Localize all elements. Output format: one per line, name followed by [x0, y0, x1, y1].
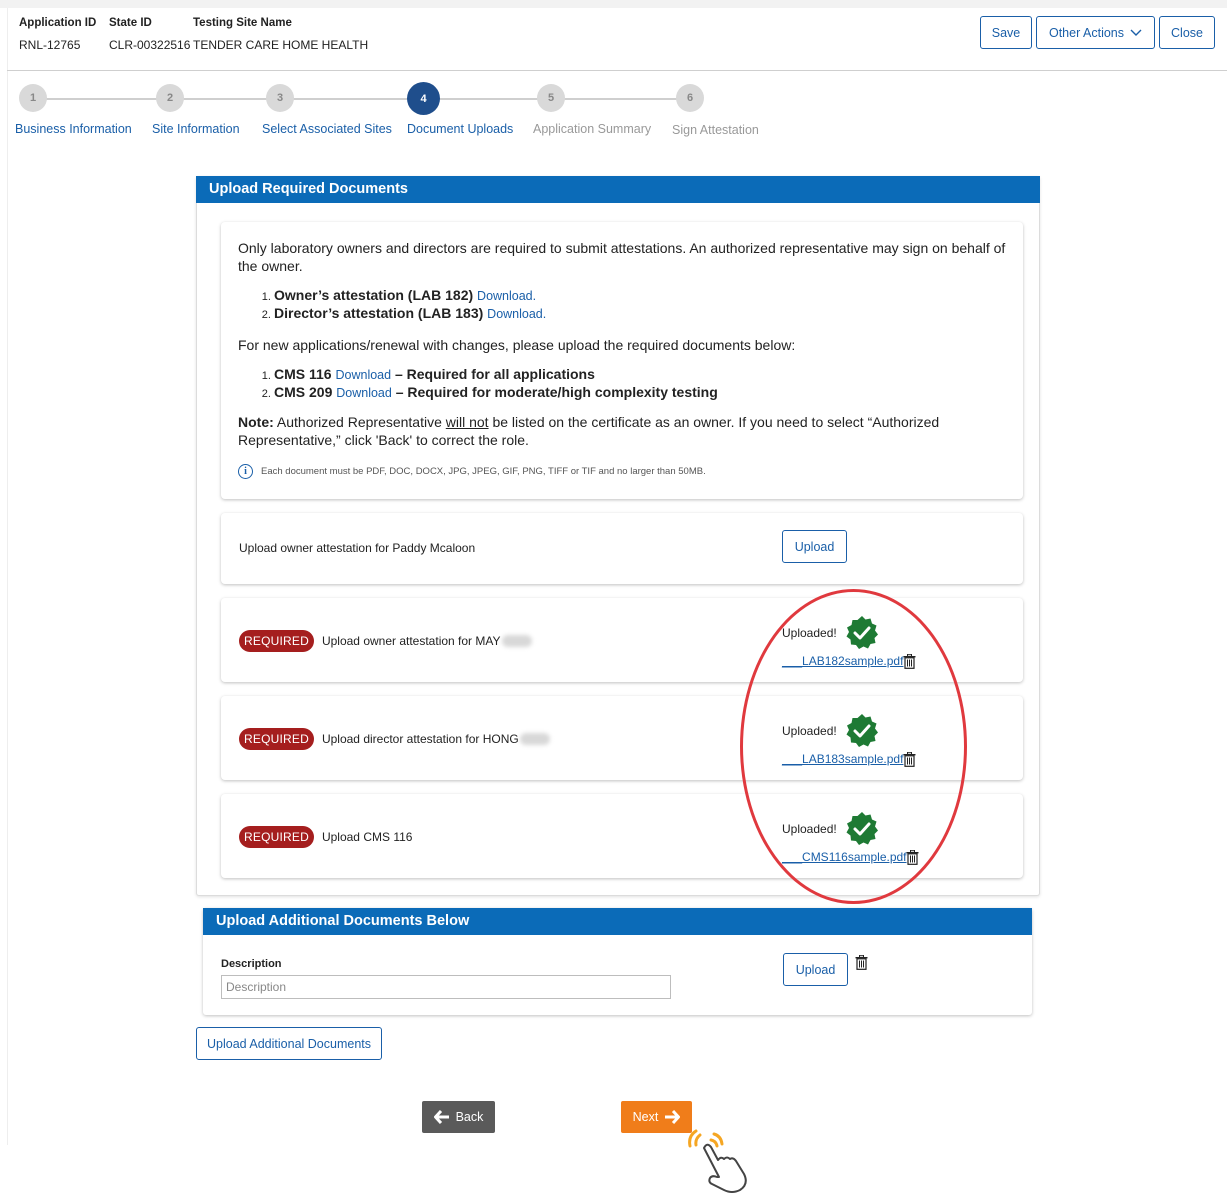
description-label: Description — [221, 958, 282, 970]
note-pre: Authorized Representative — [273, 414, 446, 430]
redacted-name — [519, 733, 550, 745]
back-label: Back — [455, 1110, 484, 1124]
lab183-download-link[interactable]: Download. — [487, 307, 546, 321]
other-actions-button[interactable]: Other Actions — [1036, 16, 1155, 49]
state-id-label: State ID — [109, 17, 152, 29]
top-band — [0, 0, 1227, 8]
additional-documents-title: Upload Additional Documents Below — [203, 908, 1032, 935]
next-label: Next — [632, 1110, 659, 1124]
upload-additional-documents-button[interactable]: Upload Additional Documents — [196, 1027, 382, 1060]
site-name-label: Testing Site Name — [193, 17, 292, 29]
attestation-item: Owner’s attestation (LAB 182) Download. — [274, 287, 1006, 305]
trash-icon[interactable] — [855, 955, 868, 970]
required-docs-list: CMS 116 Download – Required for all appl… — [238, 366, 1006, 402]
doc-name: CMS 209 — [274, 384, 333, 400]
required-documents-title: Upload Required Documents — [196, 176, 1040, 203]
info-icon: i — [238, 464, 253, 479]
hand-pointer-cursor-icon — [688, 1129, 747, 1193]
upload-additional-button[interactable]: Upload — [783, 953, 848, 986]
site-name-block: Testing Site Name TENDER CARE HOME HEALT… — [193, 17, 368, 52]
step-1-circle[interactable]: 1 — [19, 84, 47, 112]
note-text: Note: Authorized Representative will not… — [238, 413, 1006, 449]
note-label: Note: — [238, 414, 274, 430]
next-button[interactable]: Next — [621, 1101, 692, 1133]
required-badge: REQUIRED — [239, 728, 314, 750]
page-bottom-margin — [0, 1145, 1227, 1194]
attestation-item: Director’s attestation (LAB 183) Downloa… — [274, 305, 1006, 323]
other-actions-label: Other Actions — [1048, 25, 1125, 40]
cms209-download-link[interactable]: Download — [336, 386, 392, 400]
step-6-circle: 6 — [676, 84, 704, 112]
step-3-circle[interactable]: 3 — [266, 84, 294, 112]
intro-text: Only laboratory owners and directors are… — [238, 240, 1006, 274]
upload-owner-paddy-button[interactable]: Upload — [782, 530, 847, 563]
required-badge: REQUIRED — [239, 630, 314, 652]
site-name-value: TENDER CARE HOME HEALTH — [193, 38, 369, 52]
redacted-name — [501, 635, 532, 647]
application-id-block: Application ID RNL-12765 — [19, 17, 96, 52]
file-rules-note: i Each document must be PDF, DOC, DOCX, … — [238, 464, 1006, 479]
new-apps-text: For new applications/renewal with change… — [238, 337, 796, 353]
step-4-label[interactable]: Document Uploads — [407, 122, 513, 136]
instructions-card: Only laboratory owners and directors are… — [221, 222, 1023, 499]
highlight-annotation — [740, 589, 967, 904]
file-rules-text: Each document must be PDF, DOC, DOCX, JP… — [261, 466, 706, 477]
save-button[interactable]: Save — [980, 16, 1032, 49]
required-badge: REQUIRED — [239, 826, 314, 848]
attestation-list: Owner’s attestation (LAB 182) Download. … — [238, 287, 1006, 323]
note-underline: will not — [445, 414, 489, 430]
doc-note: – Required for all applications — [394, 366, 595, 382]
arrow-right-icon — [665, 1110, 681, 1124]
upload-row-text: Upload CMS 116 — [321, 830, 413, 844]
chevron-down-icon — [1130, 29, 1142, 36]
attestation-name: Owner’s attestation (LAB 182) — [274, 287, 474, 303]
doc-name: CMS 116 — [274, 366, 332, 382]
stepper-track — [33, 98, 689, 100]
upload-row-required: REQUIRED Upload director attestation for… — [239, 728, 550, 750]
lab182-download-link[interactable]: Download. — [477, 289, 536, 303]
required-doc-item: CMS 116 Download – Required for all appl… — [274, 366, 1006, 384]
state-id-value: CLR-00322516 — [109, 38, 191, 52]
required-doc-item: CMS 209 Download – Required for moderate… — [274, 384, 1006, 402]
cms116-download-link[interactable]: Download — [335, 368, 391, 382]
step-3-label[interactable]: Select Associated Sites — [262, 122, 392, 136]
step-5-label: Application Summary — [533, 122, 652, 136]
step-6-label: Sign Attestation — [672, 123, 759, 137]
close-button[interactable]: Close — [1159, 16, 1215, 49]
application-id-value: RNL-12765 — [19, 38, 81, 52]
doc-note: – Required for moderate/high complexity … — [395, 384, 718, 400]
upload-row-text: Upload director attestation for HONG — [321, 732, 519, 746]
attestation-name: Director’s attestation (LAB 183) — [274, 305, 484, 321]
upload-row-required: REQUIRED Upload CMS 116 — [239, 826, 412, 848]
header-divider — [7, 70, 1227, 71]
step-2-circle[interactable]: 2 — [156, 84, 184, 112]
application-id-label: Application ID — [19, 17, 97, 29]
state-id-block: State ID CLR-00322516 — [109, 17, 190, 52]
description-input[interactable] — [221, 975, 671, 999]
upload-row-text: Upload owner attestation for MAY — [321, 634, 501, 648]
step-4-circle[interactable]: 4 — [407, 82, 440, 115]
arrow-left-icon — [433, 1110, 449, 1124]
upload-row-required: REQUIRED Upload owner attestation for MA… — [239, 630, 532, 652]
step-2-label[interactable]: Site Information — [152, 122, 240, 136]
back-button[interactable]: Back — [422, 1101, 495, 1133]
step-1-label[interactable]: Business Information — [15, 122, 132, 136]
upload-row-text: Upload owner attestation for Paddy Mcalo… — [239, 541, 476, 555]
step-5-circle: 5 — [537, 84, 565, 112]
